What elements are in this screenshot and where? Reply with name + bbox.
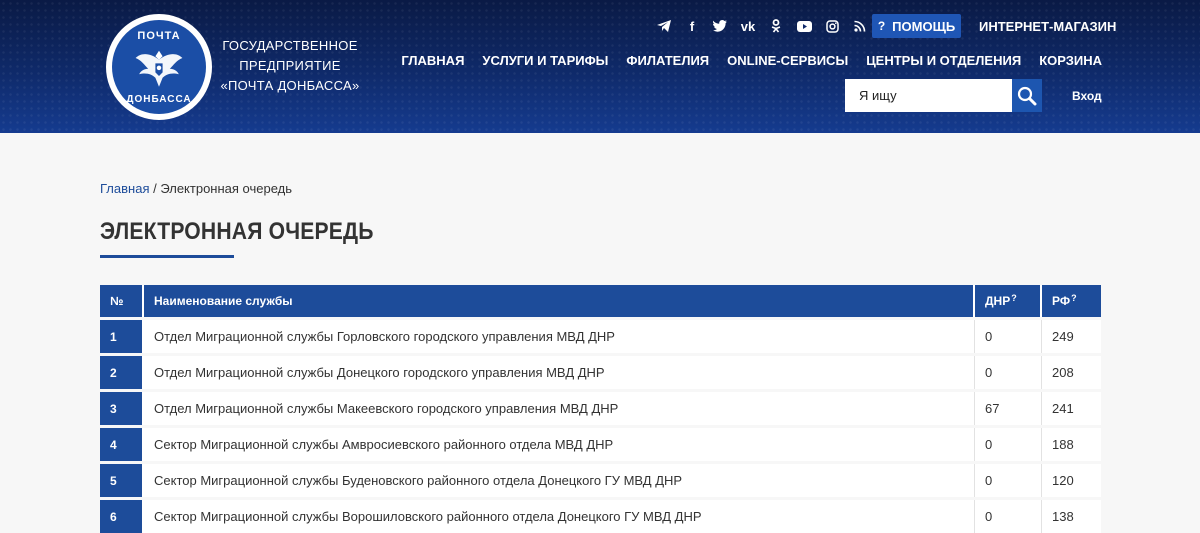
header-dnr: ДНР?	[975, 285, 1042, 317]
search-icon	[1017, 86, 1037, 105]
odnoklassniki-icon[interactable]	[762, 17, 790, 35]
row-number: 3	[100, 392, 144, 425]
youtube-icon[interactable]	[790, 17, 818, 35]
row-rf-count: 120	[1052, 473, 1074, 488]
breadcrumb-home-link[interactable]: Главная	[100, 181, 149, 196]
help-button[interactable]: ? ПОМОЩЬ	[872, 14, 961, 38]
row-dnr-count: 0	[975, 464, 1042, 497]
row-dnr-count: 0	[975, 428, 1042, 461]
row-rf-count: 138	[1052, 509, 1074, 524]
header-rf: РФ?	[1042, 285, 1101, 317]
org-name-line: ГОСУДАРСТВЕННОЕ	[222, 38, 358, 53]
logo[interactable]: ПОЧТА ДОНБАССА	[106, 14, 212, 120]
rss-icon[interactable]	[846, 17, 874, 35]
queue-table: № Наименование службы ДНР? РФ? 1 Отдел М…	[100, 285, 1101, 533]
nav-item-philately[interactable]: ФИЛАТЕЛИЯ	[626, 53, 709, 68]
row-service-name: Отдел Миграционной службы Горловского го…	[144, 320, 975, 353]
row-dnr-count: 0	[975, 320, 1042, 353]
social-links: f vk	[650, 17, 874, 35]
row-service-name: Отдел Миграционной службы Макеевского го…	[144, 392, 975, 425]
nav-item-services[interactable]: УСЛУГИ И ТАРИФЫ	[482, 53, 608, 68]
nav-item-centers[interactable]: ЦЕНТРЫ И ОТДЕЛЕНИЯ	[866, 53, 1021, 68]
logo-top-text: ПОЧТА	[137, 30, 181, 42]
facebook-icon[interactable]: f	[678, 17, 706, 35]
row-service-name: Сектор Миграционной службы Буденовского …	[144, 464, 975, 497]
table-row: 3 Отдел Миграционной службы Макеевского …	[100, 392, 1101, 425]
row-number: 5	[100, 464, 144, 497]
row-number: 4	[100, 428, 144, 461]
help-label: ПОМОЩЬ	[892, 18, 956, 34]
dnr-hint-icon[interactable]: ?	[1011, 293, 1017, 303]
rf-hint-icon[interactable]: ?	[1071, 293, 1077, 303]
vk-icon[interactable]: vk	[734, 17, 762, 35]
question-icon: ?	[877, 19, 886, 33]
login-link[interactable]: Вход	[1072, 89, 1102, 103]
title-underline	[100, 255, 234, 258]
row-rf-count: 241	[1052, 401, 1074, 416]
row-number: 2	[100, 356, 144, 389]
twitter-icon[interactable]	[706, 17, 734, 35]
header-service-name: Наименование службы	[144, 285, 975, 317]
row-dnr-count: 0	[975, 356, 1042, 389]
row-dnr-count: 0	[975, 500, 1042, 533]
row-service-name: Отдел Миграционной службы Донецкого горо…	[144, 356, 975, 389]
table-row: 1 Отдел Миграционной службы Горловского …	[100, 320, 1101, 353]
table-row: 5 Сектор Миграционной службы Буденовског…	[100, 464, 1101, 497]
org-name: ГОСУДАРСТВЕННОЕ ПРЕДПРИЯТИЕ «ПОЧТА ДОНБА…	[220, 36, 360, 96]
row-rf-count: 249	[1052, 329, 1074, 344]
row-rf-count: 188	[1052, 437, 1074, 452]
row-service-name: Сектор Миграционной службы Ворошиловског…	[144, 500, 975, 533]
table-row: 4 Сектор Миграционной службы Амвросиевск…	[100, 428, 1101, 461]
org-name-line: «ПОЧТА ДОНБАССА»	[220, 78, 360, 93]
header-dnr-label: ДНР	[985, 294, 1011, 308]
main-nav: ГЛАВНАЯ УСЛУГИ И ТАРИФЫ ФИЛАТЕЛИЯ ONLINE…	[401, 53, 1102, 68]
breadcrumb: Главная / Электронная очередь	[100, 181, 292, 196]
nav-item-online-services[interactable]: ONLINE-СЕРВИСЫ	[727, 53, 848, 68]
table-row: 6 Сектор Миграционной службы Ворошиловск…	[100, 500, 1101, 533]
table-row: 2 Отдел Миграционной службы Донецкого го…	[100, 356, 1101, 389]
breadcrumb-separator: /	[149, 181, 161, 196]
site-header: ПОЧТА ДОНБАССА ГОСУДАРСТВЕННОЕ ПРЕДПРИЯТ…	[0, 0, 1200, 133]
row-dnr-count: 67	[975, 392, 1042, 425]
nav-item-cart[interactable]: КОРЗИНА	[1039, 53, 1102, 68]
online-shop-link[interactable]: ИНТЕРНЕТ-МАГАЗИН	[979, 19, 1116, 34]
instagram-icon[interactable]	[818, 17, 846, 35]
table-header: № Наименование службы ДНР? РФ?	[100, 285, 1101, 317]
eagle-emblem-icon	[135, 50, 183, 87]
logo-bottom-text: ДОНБАССА	[126, 94, 192, 105]
page-title: ЭЛЕКТРОННАЯ ОЧЕРЕДЬ	[100, 218, 374, 245]
breadcrumb-current: Электронная очередь	[160, 181, 293, 196]
row-number: 1	[100, 320, 144, 353]
header-number: №	[100, 285, 144, 317]
search-button[interactable]	[1012, 79, 1042, 112]
org-name-line: ПРЕДПРИЯТИЕ	[239, 58, 341, 73]
row-rf-count: 208	[1052, 365, 1074, 380]
telegram-icon[interactable]	[650, 17, 678, 35]
nav-item-home[interactable]: ГЛАВНАЯ	[401, 53, 464, 68]
row-service-name: Сектор Миграционной службы Амвросиевског…	[144, 428, 975, 461]
search-input[interactable]	[845, 79, 1012, 112]
row-number: 6	[100, 500, 144, 533]
header-rf-label: РФ	[1052, 294, 1071, 308]
